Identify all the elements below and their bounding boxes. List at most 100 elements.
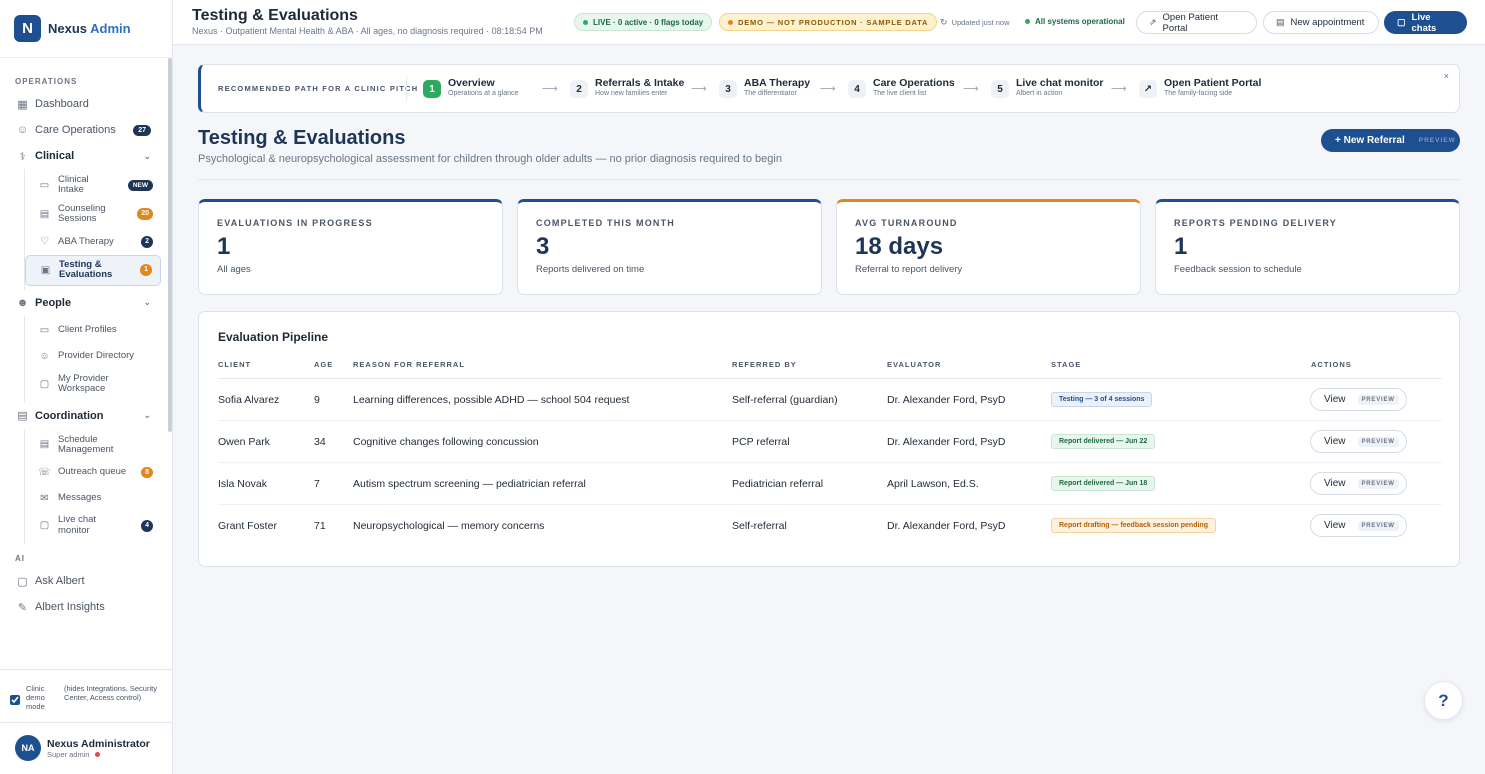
sidebar-item-dashboard[interactable]: ▦ Dashboard bbox=[0, 91, 169, 117]
open-patient-portal-button[interactable]: ⇗ Open Patient Portal bbox=[1136, 11, 1257, 34]
system-status-text: All systems operational bbox=[1035, 17, 1125, 26]
sidebar-item-schedule-management[interactable]: ▤ Schedule Management bbox=[25, 431, 161, 460]
sidebar-item-my-provider-workspace[interactable]: ▢ My Provider Workspace bbox=[25, 370, 161, 399]
view-button[interactable]: View PREVIEW bbox=[1310, 430, 1407, 453]
sidebar-item-label: Testing & Evaluations bbox=[59, 258, 113, 281]
step-title: Live chat monitor bbox=[1016, 77, 1104, 89]
sidebar-group-people[interactable]: ☻ People ⌄ bbox=[0, 290, 169, 316]
kpi-value: 1 bbox=[1174, 233, 1188, 260]
phone-icon: ☏ bbox=[38, 466, 51, 478]
sidebar-scrollbar[interactable] bbox=[168, 58, 172, 432]
stage-badge: Report delivered — Jun 22 bbox=[1051, 434, 1156, 449]
step-title: Referrals & Intake bbox=[595, 77, 685, 89]
count-badge: 4 bbox=[141, 519, 153, 532]
live-dot bbox=[583, 19, 588, 25]
path-step-aba-therapy[interactable]: 3 ABA Therapy The differentiator bbox=[719, 77, 810, 98]
view-button[interactable]: View PREVIEW bbox=[1310, 388, 1407, 411]
step-number: 3 bbox=[719, 80, 737, 98]
kpi-label: COMPLETED THIS MONTH bbox=[536, 218, 675, 228]
column-header-stage: STAGE bbox=[1051, 360, 1082, 369]
sidebar-group-clinical[interactable]: ⚕ Clinical ⌄ bbox=[0, 143, 169, 169]
user-role-text: Super admin bbox=[47, 749, 90, 759]
brand[interactable]: N Nexus Admin bbox=[0, 0, 172, 58]
sidebar-item-ask-albert[interactable]: ▢ Ask Albert bbox=[0, 568, 169, 594]
user-profile[interactable]: NA Nexus Administrator Super admin bbox=[0, 722, 173, 761]
topbar: Testing & Evaluations Nexus · Outpatient… bbox=[173, 0, 1485, 45]
sidebar-item-aba-therapy[interactable]: ♡ ABA Therapy 2 bbox=[25, 229, 161, 255]
client-name: Isla Novak bbox=[218, 478, 268, 490]
clipboard-icon: ▣ bbox=[40, 264, 51, 276]
sidebar-item-clinical-intake[interactable]: ▭ Clinical Intake NEW bbox=[25, 171, 161, 200]
stage-badge: Report drafting — feedback session pendi… bbox=[1051, 518, 1216, 533]
arrow-right-icon: ⟶ bbox=[691, 83, 707, 95]
demo-mode-checkbox[interactable] bbox=[10, 695, 20, 705]
grid-icon: ▦ bbox=[17, 98, 28, 111]
section-subtitle: Psychological & neuropsychological asses… bbox=[198, 153, 782, 165]
client-age: 71 bbox=[314, 520, 326, 532]
new-appointment-button[interactable]: ▤ New appointment bbox=[1263, 11, 1379, 34]
sidebar-item-live-chat-monitor[interactable]: ▢ Live chat monitor 4 bbox=[25, 511, 161, 540]
profile-card-icon: ▭ bbox=[39, 325, 50, 337]
sidebar-item-outreach-queue[interactable]: ☏ Outreach queue 8 bbox=[25, 459, 161, 485]
view-button[interactable]: View PREVIEW bbox=[1310, 514, 1407, 537]
page-subtitle: Nexus · Outpatient Mental Health & ABA ·… bbox=[192, 26, 543, 36]
preview-tag: PREVIEW bbox=[1357, 394, 1399, 405]
sidebar-item-label: Client Profiles bbox=[58, 324, 117, 336]
client-age: 9 bbox=[314, 394, 320, 406]
client-name: Grant Foster bbox=[218, 520, 277, 532]
sidebar-item-label: Dashboard bbox=[35, 98, 89, 110]
preview-tag: PREVIEW bbox=[1357, 436, 1399, 447]
help-icon[interactable]: ? bbox=[1424, 681, 1463, 720]
live-chats-button[interactable]: ▢ Live chats bbox=[1384, 11, 1467, 34]
sidebar-item-albert-insights[interactable]: ✎ Albert Insights bbox=[0, 594, 169, 620]
path-step-overview[interactable]: 1 Overview Operations at a glance bbox=[423, 77, 518, 98]
column-header-client: CLIENT bbox=[218, 360, 252, 369]
client-age: 34 bbox=[314, 436, 326, 448]
user-name: Nexus Administrator bbox=[47, 737, 150, 750]
path-step-care-operations[interactable]: 4 Care Operations The live client list bbox=[848, 77, 955, 98]
sidebar-item-client-profiles[interactable]: ▭ Client Profiles bbox=[25, 318, 161, 344]
path-step-open-patient-portal[interactable]: ↗ Open Patient Portal The family-facing s… bbox=[1139, 77, 1261, 98]
column-header-actions: ACTIONS bbox=[1311, 360, 1352, 369]
updated-indicator[interactable]: ↻ Updated just now bbox=[940, 17, 1010, 28]
sidebar-item-counseling-sessions[interactable]: ▤ Counseling Sessions 20 bbox=[25, 200, 161, 229]
sidebar-item-care-operations[interactable]: ☺ Care Operations 27 bbox=[0, 117, 169, 143]
divider bbox=[198, 179, 1460, 180]
calendar-icon: ▤ bbox=[39, 208, 50, 220]
kpi-value: 1 bbox=[217, 233, 231, 260]
sidebar-group-coordination[interactable]: ▤ Coordination ⌄ bbox=[0, 403, 169, 429]
kpi-label: REPORTS PENDING DELIVERY bbox=[1174, 218, 1337, 228]
step-number: 1 bbox=[423, 80, 441, 98]
demo-warning-pill: DEMO — NOT PRODUCTION · SAMPLE DATA bbox=[719, 13, 938, 31]
stage-badge: Testing — 3 of 4 sessions bbox=[1051, 392, 1153, 407]
refresh-icon: ↻ bbox=[940, 17, 948, 27]
live-pill-text: LIVE · 0 active · 0 flags today bbox=[593, 17, 704, 27]
monitor-icon: ▢ bbox=[39, 378, 50, 390]
referred-by: Pediatrician referral bbox=[732, 478, 824, 490]
kpi-card-avg-turnaround: AVG TURNAROUND 18 days Referral to repor… bbox=[836, 199, 1141, 295]
sidebar-group-label: People bbox=[35, 296, 72, 309]
new-referral-button[interactable]: + New Referral PREVIEW bbox=[1321, 129, 1460, 152]
live-status-pill: LIVE · 0 active · 0 flags today bbox=[574, 13, 713, 31]
button-label: + New Referral bbox=[1335, 135, 1405, 146]
chevron-down-icon: ⌄ bbox=[143, 150, 151, 161]
brand-name-text: Nexus bbox=[48, 21, 88, 36]
sidebar-item-label: Albert Insights bbox=[35, 601, 105, 614]
path-step-live-chat-monitor[interactable]: 5 Live chat monitor Albert in action bbox=[991, 77, 1104, 98]
sidebar-item-testing-evaluations[interactable]: ▣ Testing & Evaluations 1 bbox=[25, 254, 161, 286]
sidebar-item-label: Care Operations bbox=[35, 124, 116, 136]
kpi-note: All ages bbox=[217, 264, 251, 275]
view-button[interactable]: View PREVIEW bbox=[1310, 472, 1407, 495]
step-text: Live chat monitor Albert in action bbox=[1016, 77, 1104, 97]
step-title: Care Operations bbox=[873, 77, 955, 89]
demo-dot bbox=[728, 19, 733, 25]
referral-reason: Learning differences, possible ADHD — sc… bbox=[353, 394, 630, 406]
kpi-label: EVALUATIONS IN PROGRESS bbox=[217, 218, 373, 228]
close-icon[interactable]: × bbox=[1444, 71, 1449, 81]
status-dot bbox=[1025, 19, 1030, 24]
sidebar-item-messages[interactable]: ✉ Messages bbox=[25, 485, 161, 511]
sidebar-item-provider-directory[interactable]: ☺ Provider Directory bbox=[25, 344, 161, 370]
sidebar-item-label: Messages bbox=[58, 492, 102, 504]
path-step-referrals-intake[interactable]: 2 Referrals & Intake How new families ent… bbox=[570, 77, 684, 98]
arrow-right-icon: ⟶ bbox=[820, 83, 836, 95]
